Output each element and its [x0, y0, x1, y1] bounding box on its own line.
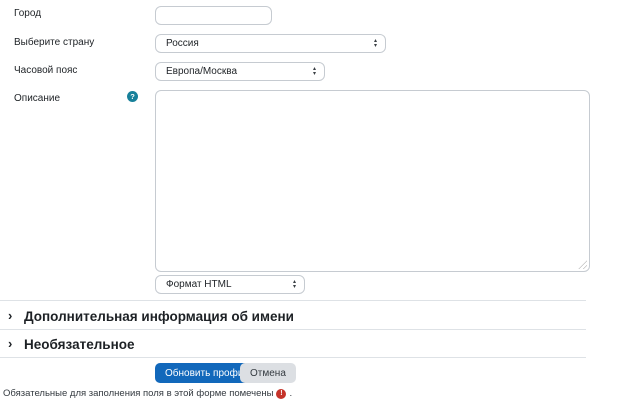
- city-label: Город: [14, 8, 41, 20]
- timezone-select[interactable]: Европа/Москва ▴ ▾: [155, 62, 325, 81]
- country-select-value: Россия: [166, 38, 368, 49]
- timezone-label: Часовой пояс: [14, 65, 77, 77]
- help-icon[interactable]: ?: [127, 91, 138, 102]
- format-select-value: Формат HTML: [166, 279, 287, 290]
- required-note-suffix: .: [289, 388, 292, 399]
- required-icon: !: [276, 389, 286, 399]
- required-note-text: Обязательные для заполнения поля в этой …: [3, 388, 273, 399]
- description-textarea-wrapper: [155, 90, 590, 272]
- chevron-right-icon: ›: [8, 337, 12, 351]
- description-label: Описание: [14, 93, 60, 105]
- format-select[interactable]: Формат HTML ▴ ▾: [155, 275, 305, 294]
- section-title: Дополнительная информация об имени: [24, 309, 294, 324]
- section-title: Необязательное: [24, 337, 135, 352]
- required-fields-note: Обязательные для заполнения поля в этой …: [3, 388, 292, 399]
- cancel-button[interactable]: Отмена: [240, 363, 296, 383]
- select-arrows-icon: ▴ ▾: [374, 39, 377, 48]
- divider: [0, 300, 586, 301]
- description-textarea[interactable]: [156, 91, 589, 271]
- divider: [0, 329, 586, 330]
- section-optional[interactable]: › Необязательное: [0, 332, 586, 356]
- timezone-select-value: Европа/Москва: [166, 66, 307, 77]
- chevron-right-icon: ›: [8, 309, 12, 323]
- section-additional-names[interactable]: › Дополнительная информация об имени: [0, 304, 586, 328]
- country-select[interactable]: Россия ▴ ▾: [155, 34, 386, 53]
- select-arrows-icon: ▴ ▾: [313, 67, 316, 76]
- city-input[interactable]: [155, 6, 272, 25]
- country-label: Выберите страну: [14, 37, 94, 49]
- divider: [0, 357, 586, 358]
- select-arrows-icon: ▴ ▾: [293, 280, 296, 289]
- profile-edit-form: Город Выберите страну Россия ▴ ▾ Часовой…: [0, 0, 624, 406]
